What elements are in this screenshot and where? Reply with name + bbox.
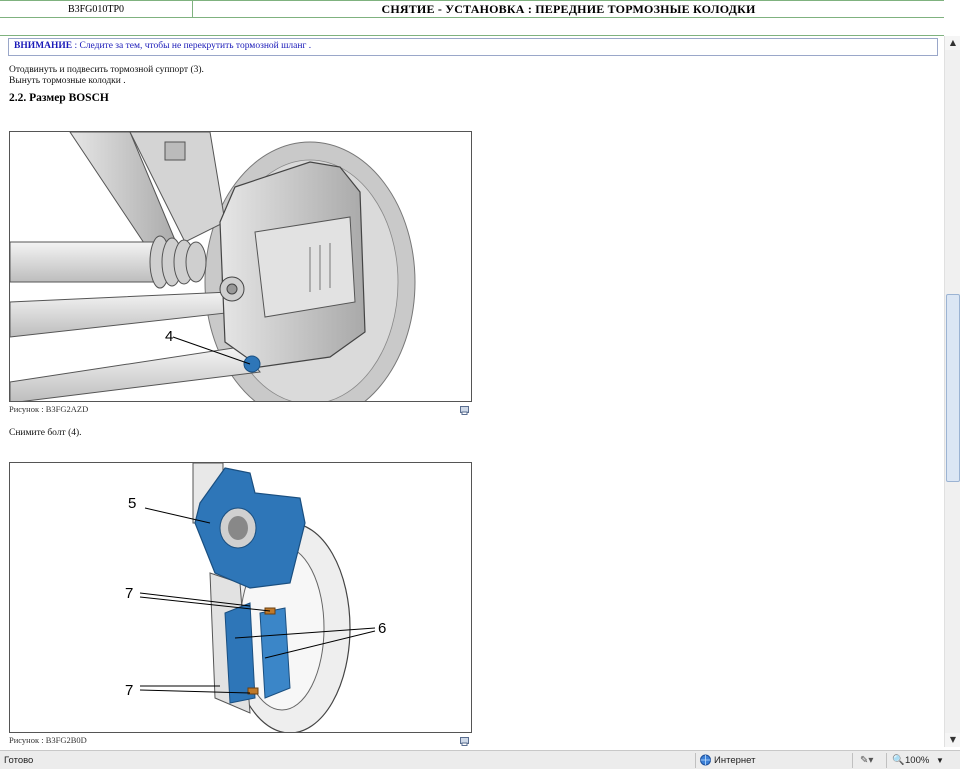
figure-1: 4: [9, 131, 472, 402]
security-zone-label: Интернет: [714, 755, 756, 766]
header-spacer-row: [0, 18, 944, 36]
bosch-caliper-exploded-illustration: 5 7 6 7: [10, 463, 471, 732]
step-text: Снимите болт (4).: [9, 428, 82, 438]
warning-text: : Следите за тем, чтобы не перекрутить т…: [72, 41, 312, 51]
page-title: СНЯТИЕ - УСТАНОВКА : ПЕРЕДНИЕ ТОРМОЗНЫЕ …: [381, 2, 756, 16]
vertical-scrollbar[interactable]: ▲ ▼: [944, 36, 960, 747]
header-row: B3FG010TP0 СНЯТИЕ - УСТАНОВКА : ПЕРЕДНИЕ…: [0, 0, 944, 18]
zoom-icon[interactable]: 🔍: [892, 753, 904, 768]
brake-caliper-illustration: 4: [10, 132, 471, 401]
callout-6: 6: [378, 620, 386, 637]
figure-2-caption: Рисунок : B3FG2B0D: [9, 735, 87, 745]
warning-label: ВНИМАНИЕ: [14, 41, 73, 51]
status-divider: [852, 753, 853, 768]
status-text: Готово: [4, 755, 34, 766]
step-text: Отодвинуть и подвесить тормозной суппорт…: [9, 65, 204, 75]
figure-1-caption: Рисунок : B3FG2AZD: [9, 404, 89, 414]
callout-7-upper: 7: [125, 585, 133, 602]
scroll-down-icon[interactable]: ▼: [945, 733, 960, 747]
status-divider: [886, 753, 887, 768]
status-bar: Готово Интернет ✎▾ 🔍 100% ▼: [0, 750, 960, 769]
security-icon[interactable]: ✎▾: [860, 753, 873, 768]
step-text: Вынуть тормозные колодки .: [9, 76, 126, 86]
zoom-level[interactable]: 100%: [905, 753, 929, 768]
document-code: B3FG010TP0: [0, 1, 193, 17]
section-title: 2.2. Размер BOSCH: [9, 92, 109, 104]
print-icon[interactable]: [460, 406, 469, 415]
callout-7-lower: 7: [125, 682, 133, 699]
scrollbar-thumb[interactable]: [946, 294, 960, 482]
print-icon[interactable]: [460, 737, 469, 746]
scroll-up-icon[interactable]: ▲: [945, 36, 960, 50]
warning-box: ВНИМАНИЕ : Следите за тем, чтобы не пере…: [8, 38, 938, 56]
zoom-dropdown-icon[interactable]: ▼: [936, 753, 944, 768]
globe-icon: [700, 754, 711, 766]
callout-5: 5: [128, 495, 136, 512]
figure-2: 5 7 6 7: [9, 462, 472, 733]
status-divider: [695, 753, 696, 768]
callout-4: 4: [165, 328, 173, 345]
